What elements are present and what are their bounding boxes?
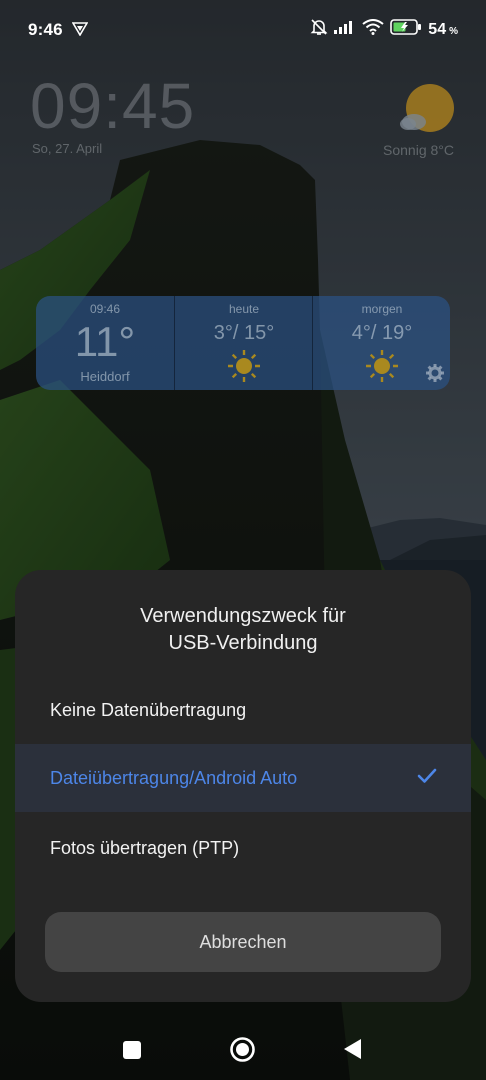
recents-icon[interactable] [122,1040,142,1065]
widget-tomorrow-label: morgen [361,302,403,316]
battery-unit: % [449,26,458,37]
widget-today-label: heute [228,302,260,316]
battery-charging-icon [390,19,422,40]
option-ptp[interactable]: Fotos übertragen (PTP) [15,814,471,882]
widget-time: 09:46 [89,302,121,316]
widget-today: heute 3°/ 15° [176,296,312,390]
dialog-title: Verwendungszweck für USB-Verbindung [55,603,431,657]
sun-icon [227,349,261,388]
lockscreen-date: So, 27. April [32,141,103,156]
navigation-bar [0,1020,486,1080]
checkmark-icon [417,768,437,789]
widget-location: Heiddorf [80,369,130,384]
widget-current: 09:46 11° Heiddorf [36,296,174,390]
vpn-icon [71,22,89,41]
sun-icon [365,349,399,388]
cancel-button[interactable]: Abbrechen [45,912,441,972]
back-icon[interactable] [343,1038,363,1065]
lockscreen-clock: 09:45 [30,70,196,142]
dialog-title-line-2: USB-Verbindung [168,632,318,654]
widget-today-range: 3°/ 15° [213,322,275,344]
gear-icon[interactable] [426,364,444,387]
option-label: Fotos übertragen (PTP) [50,837,240,858]
sun-cloud-icon [398,82,456,141]
lockscreen-weather: Sonnig 8°C [383,142,454,158]
option-label: Dateiübertragung/Android Auto [50,767,298,788]
home-icon[interactable] [229,1036,256,1068]
option-label: Keine Datenübertragung [50,699,247,720]
signal-icon [334,20,356,39]
option-no-data-transfer[interactable]: Keine Datenübertragung [15,676,471,744]
status-time: 9:46 [28,20,63,39]
status-bar: 9:46 54 % [0,0,486,60]
widget-tomorrow-range: 4°/ 19° [351,322,413,344]
widget-divider [174,296,175,390]
dialog-title-line-1: Verwendungszweck für [140,605,346,627]
mute-icon [310,18,328,41]
widget-current-temp: 11° [74,318,136,365]
battery-level: 54 [428,20,447,38]
widget-divider [312,296,313,390]
option-file-transfer[interactable]: Dateiübertragung/Android Auto [15,744,471,812]
wifi-icon [362,19,384,40]
weather-widget[interactable]: 09:46 11° Heiddorf heute 3°/ 15° morgen … [36,296,450,390]
usb-mode-dialog: Verwendungszweck für USB-Verbindung Kein… [15,570,471,1002]
